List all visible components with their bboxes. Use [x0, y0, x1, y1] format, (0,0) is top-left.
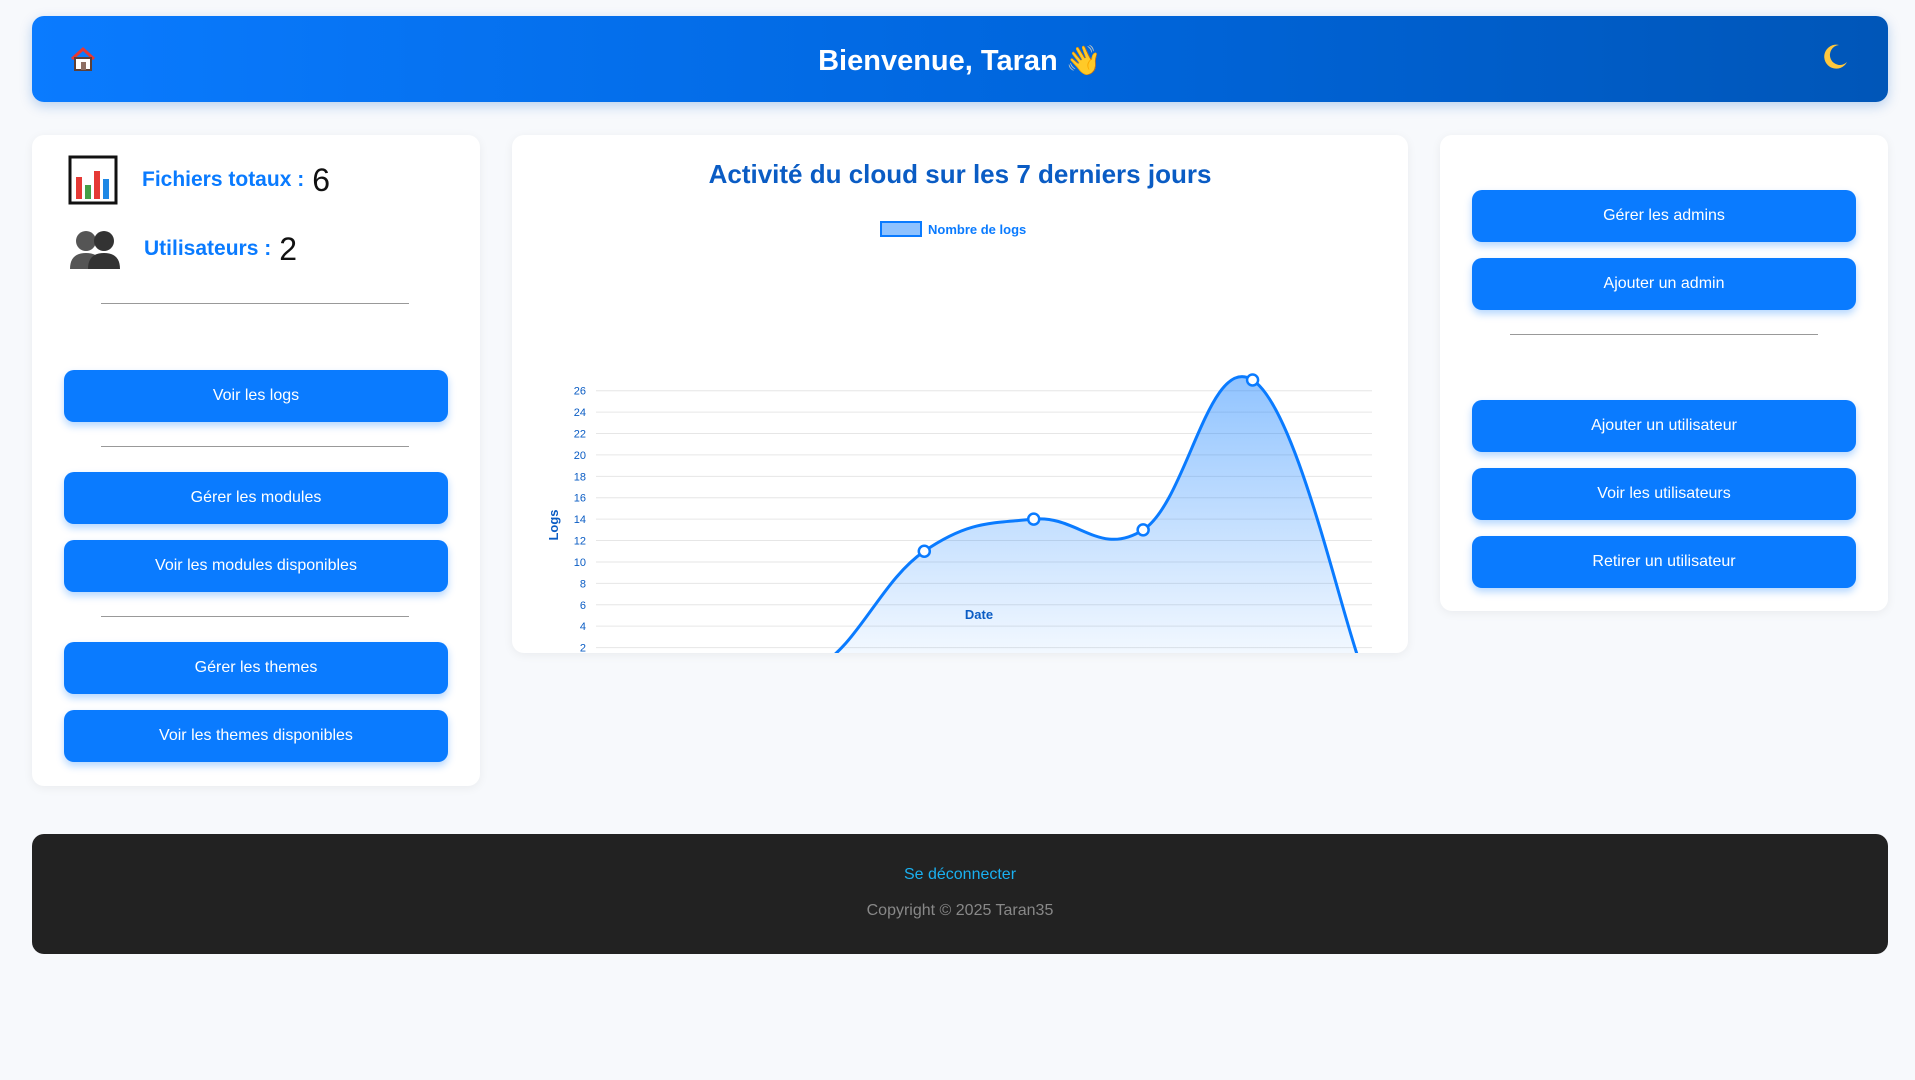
- y-tick-label: 20: [574, 450, 586, 462]
- home-icon[interactable]: [68, 44, 98, 74]
- y-tick-label: 14: [574, 514, 586, 526]
- y-tick-label: 22: [574, 429, 586, 441]
- available-themes-button[interactable]: Voir les themes disponibles: [64, 710, 448, 762]
- manage-admins-button[interactable]: Gérer les admins: [1472, 190, 1856, 242]
- y-axis-label: Logs: [546, 509, 561, 540]
- available-modules-button[interactable]: Voir les modules disponibles: [64, 540, 448, 592]
- data-point: [1245, 373, 1260, 387]
- bar-chart-icon: [68, 155, 118, 205]
- copyright-text: Copyright © 2025 Taran35: [866, 902, 1054, 919]
- chart-panel: Activité du cloud sur les 7 derniers jou…: [512, 135, 1408, 653]
- y-tick-label: 16: [574, 493, 586, 505]
- manage-themes-button[interactable]: Gérer les themes: [64, 642, 448, 694]
- y-tick-label: 8: [580, 578, 586, 590]
- remove-user-button[interactable]: Retirer un utilisateur: [1472, 536, 1856, 588]
- users-stat: Utilisateurs : 2: [68, 225, 297, 273]
- y-tick-label: 26: [574, 386, 586, 398]
- users-count: 2: [279, 230, 297, 267]
- users-icon: [68, 225, 122, 273]
- y-tick-label: 4: [580, 621, 586, 633]
- add-user-button[interactable]: Ajouter un utilisateur: [1472, 400, 1856, 452]
- data-point: [917, 544, 932, 559]
- y-tick-label: 24: [574, 407, 586, 419]
- files-count: 6: [312, 161, 330, 198]
- divider: [1510, 334, 1818, 335]
- data-point: [1026, 512, 1041, 526]
- y-tick-label: 10: [574, 557, 586, 569]
- y-tick-label: 12: [574, 536, 586, 548]
- data-point: [1136, 523, 1150, 537]
- files-stat: Fichiers totaux : 6: [68, 155, 330, 205]
- y-tick-label: 18: [574, 471, 586, 483]
- users-label: Utilisateurs :: [144, 237, 272, 260]
- top-header: Bienvenue, Taran 👋: [32, 16, 1888, 102]
- y-tick-label: 2: [580, 643, 586, 653]
- legend-label: Nombre de logs: [928, 222, 1026, 237]
- manage-modules-button[interactable]: Gérer les modules: [64, 472, 448, 524]
- divider: [101, 446, 409, 447]
- x-axis-label: Date: [965, 607, 993, 622]
- legend-swatch: [880, 221, 922, 237]
- files-label: Fichiers totaux :: [142, 168, 305, 191]
- view-users-button[interactable]: Voir les utilisateurs: [1472, 468, 1856, 520]
- divider: [101, 616, 409, 617]
- activity-chart: 024681012141618202224262025-06-212025-06…: [546, 221, 1372, 653]
- view-logs-button[interactable]: Voir les logs: [64, 370, 448, 422]
- add-admin-button[interactable]: Ajouter un admin: [1472, 258, 1856, 310]
- page-title: Bienvenue, Taran 👋: [818, 45, 1102, 77]
- footer: Se déconnecter Copyright © 2025 Taran35: [32, 834, 1888, 954]
- y-tick-label: 6: [580, 600, 586, 612]
- divider: [101, 303, 409, 304]
- logout-link[interactable]: Se déconnecter: [32, 866, 1888, 884]
- moon-icon[interactable]: [1820, 42, 1850, 72]
